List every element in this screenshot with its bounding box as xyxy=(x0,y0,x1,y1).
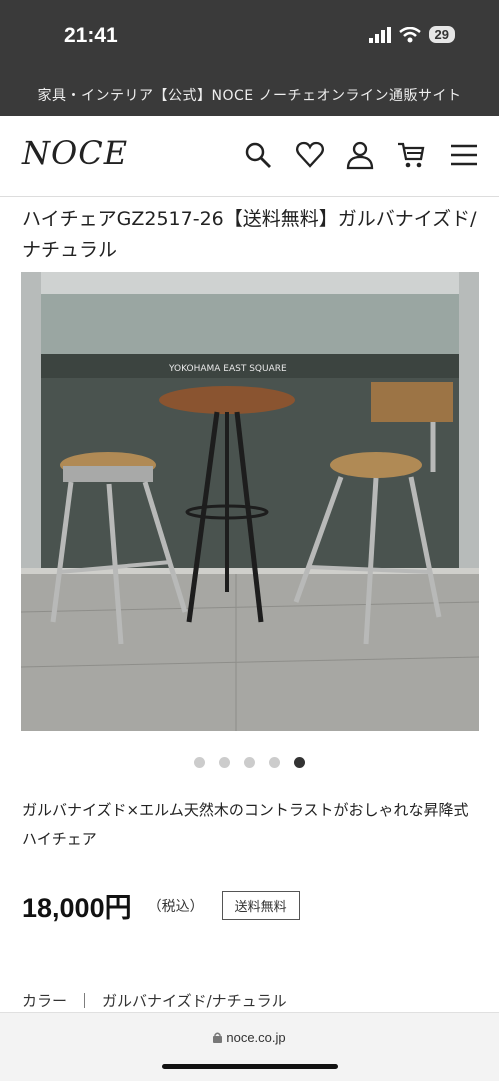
status-icons: 29 xyxy=(368,26,455,43)
url-display[interactable]: noce.co.jp xyxy=(0,1030,499,1045)
product-image[interactable]: YOKOHAMA EAST SQUARE xyxy=(21,272,479,731)
price-row: 18,000円 （税込） 送料無料 xyxy=(22,886,300,925)
battery-icon: 29 xyxy=(428,26,455,43)
site-logo[interactable]: NOCE xyxy=(22,134,128,172)
color-label: カラー xyxy=(22,992,68,1010)
carousel-dot[interactable] xyxy=(244,757,255,768)
color-separator: ｜ xyxy=(77,992,93,1010)
color-row: カラー ｜ ガルバナイズド/ナチュラル xyxy=(22,990,287,1011)
free-shipping-badge: 送料無料 xyxy=(221,891,300,920)
site-title-bar: 家具・インテリア【公式】NOCE ノーチェオンライン通販サイト xyxy=(0,76,499,116)
tax-note: （税込） xyxy=(147,898,204,915)
site-header: NOCE xyxy=(0,116,499,197)
heart-icon[interactable] xyxy=(295,140,325,170)
url-text: noce.co.jp xyxy=(226,1030,286,1045)
carousel-dots xyxy=(0,757,499,768)
product-photo: YOKOHAMA EAST SQUARE xyxy=(21,272,479,731)
product-description: ガルバナイズド×エルム天然木のコントラストがおしゃれな昇降式ハイチェア xyxy=(22,801,469,848)
home-indicator xyxy=(162,1064,338,1069)
status-bar: 21:41 29 xyxy=(0,0,499,76)
wifi-icon xyxy=(398,26,421,42)
menu-icon[interactable] xyxy=(449,140,479,170)
product-price: 18,000円 xyxy=(22,893,132,923)
product-title: ハイチェアGZ2517-26【送料無料】ガルバナイズド/ナチュラル xyxy=(22,208,477,261)
carousel-dot[interactable] xyxy=(294,757,305,768)
carousel-dot[interactable] xyxy=(194,757,205,768)
color-value: ガルバナイズド/ナチュラル xyxy=(102,992,287,1010)
status-time: 21:41 xyxy=(64,24,118,47)
carousel-dot[interactable] xyxy=(269,757,280,768)
carousel-dot[interactable] xyxy=(219,757,230,768)
search-icon[interactable] xyxy=(243,140,273,170)
browser-url-bar[interactable]: noce.co.jp xyxy=(0,1012,499,1081)
signal-icon xyxy=(368,26,391,43)
lock-icon xyxy=(213,1032,223,1043)
signage-text: YOKOHAMA EAST SQUARE xyxy=(168,364,287,374)
user-icon[interactable] xyxy=(345,140,375,170)
cart-icon[interactable] xyxy=(396,140,426,170)
